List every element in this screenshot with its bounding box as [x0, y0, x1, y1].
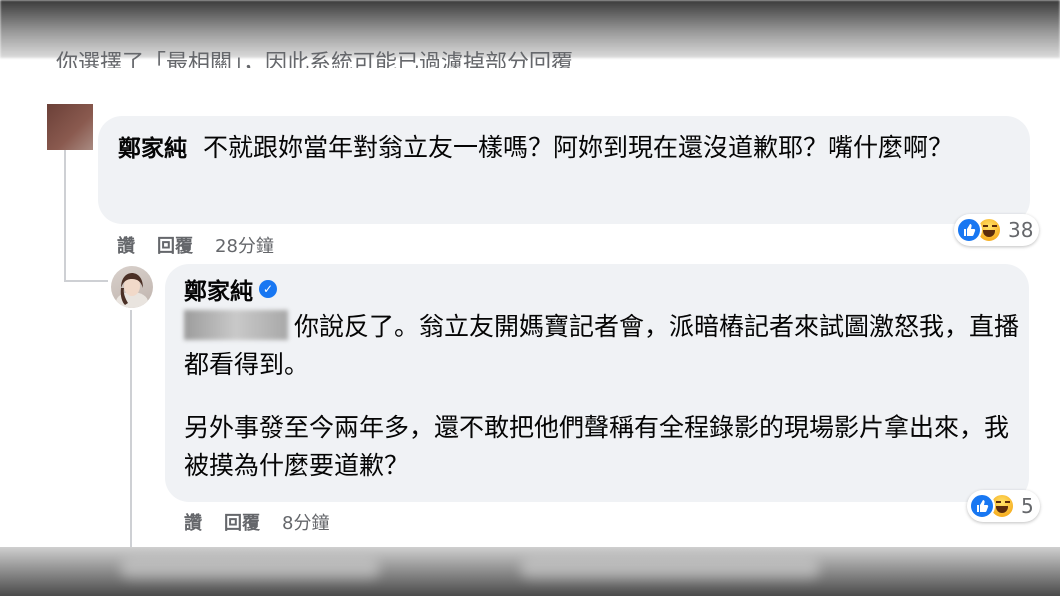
- thread-line-curve: [64, 280, 108, 282]
- like-button[interactable]: 讚: [117, 232, 135, 258]
- reaction-summary[interactable]: 38: [954, 214, 1040, 246]
- like-reaction-icon: [956, 217, 982, 243]
- timestamp[interactable]: 28分鐘: [215, 232, 274, 258]
- comment-bubble: 鄭家純 不就跟妳當年對翁立友一樣嗎？阿妳到現在還沒道歉耶？嘴什麼啊？: [98, 116, 1030, 224]
- comment-text: 不就跟妳當年對翁立友一樣嗎？阿妳到現在還沒道歉耶？嘴什麼啊？: [202, 133, 953, 162]
- like-reaction-icon: [969, 493, 995, 519]
- reply-text-2: 另外事發至今兩年多，還不敢把他們聲稱有全程錄影的現場影片拿出來，我被摸為什麼要道…: [184, 413, 1010, 480]
- reply-paragraph: 你說反了。翁立友開媽寶記者會，派暗樁記者來試圖激怒我，直播都看得到。: [184, 308, 1024, 384]
- thread-line-vertical: [64, 150, 66, 280]
- comment-actions: 讚 回覆 8分鐘: [184, 509, 329, 535]
- comment-author[interactable]: 鄭家純: [184, 272, 253, 306]
- reaction-summary[interactable]: 5: [967, 490, 1040, 522]
- reply-button[interactable]: 回覆: [224, 509, 260, 535]
- verified-badge-icon: ✓: [259, 280, 277, 298]
- avatar[interactable]: [47, 104, 93, 150]
- reply-text-1: 你說反了。翁立友開媽寶記者會，派暗樁記者來試圖激怒我，直播都看得到。: [184, 312, 1020, 379]
- reply-button[interactable]: 回覆: [157, 232, 193, 258]
- comment-body: 鄭家純 不就跟妳當年對翁立友一樣嗎？阿妳到現在還沒道歉耶？嘴什麼啊？: [118, 129, 1018, 168]
- avatar[interactable]: [111, 266, 153, 308]
- thread-line-lower: [130, 310, 132, 547]
- blurred-mention[interactable]: [184, 310, 288, 340]
- filter-notice-text: 你選擇了「最相關」，因此系統可能已過濾掉部分回覆: [56, 51, 574, 68]
- timestamp[interactable]: 8分鐘: [282, 509, 329, 535]
- reaction-count: 5: [1021, 494, 1034, 518]
- reply-paragraph: 另外事發至今兩年多，還不敢把他們聲稱有全程錄影的現場影片拿出來，我被摸為什麼要道…: [184, 409, 1024, 485]
- reply-bubble: 鄭家純 ✓ 你說反了。翁立友開媽寶記者會，派暗樁記者來試圖激怒我，直播都看得到。…: [165, 264, 1029, 502]
- reaction-count: 38: [1008, 218, 1034, 242]
- like-button[interactable]: 讚: [184, 509, 202, 535]
- comment-actions: 讚 回覆 28分鐘: [117, 232, 274, 258]
- reply-author-row: 鄭家純 ✓: [184, 272, 277, 306]
- blurred-bottom-band: [0, 547, 1060, 596]
- comment-author[interactable]: 鄭家純: [118, 136, 187, 162]
